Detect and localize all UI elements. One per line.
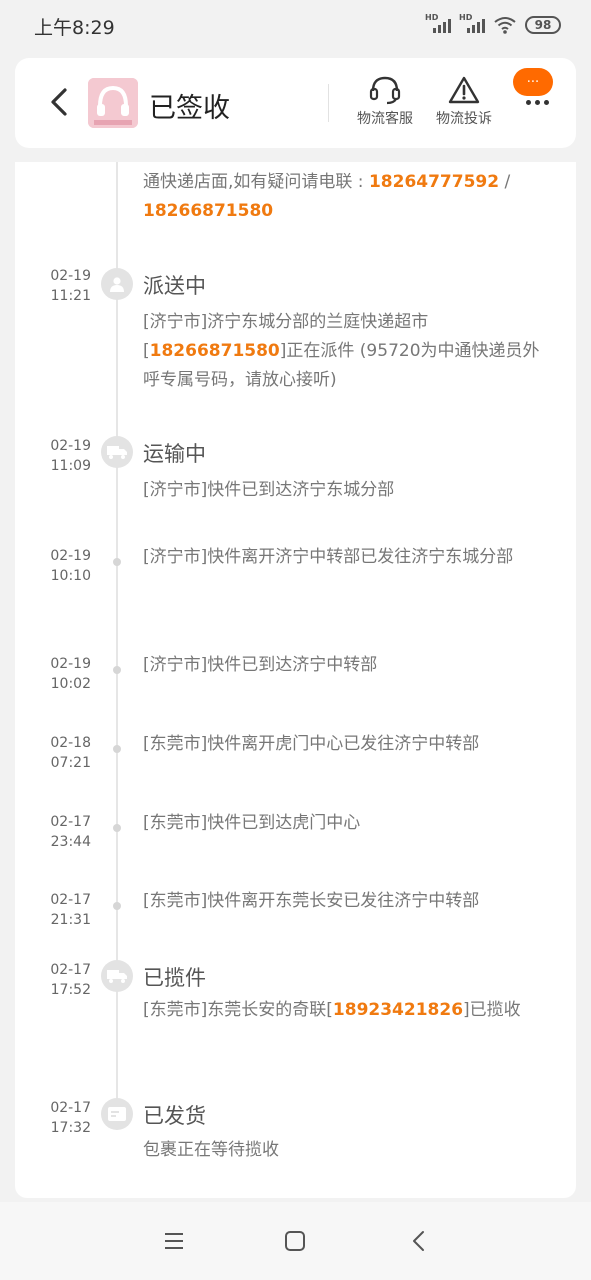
headphones-icon [88, 78, 138, 128]
timeline-dot [113, 666, 121, 674]
divider [328, 84, 329, 122]
entry-datetime: 02-17 21:31 [50, 892, 91, 928]
signal-icon: HD [425, 13, 451, 35]
entry-description: [东莞市]快件已到达虎门中心 [143, 813, 361, 833]
timeline-dot [113, 558, 121, 566]
tracking-timeline: 通快递店面,如有疑问请电联 : 18264777592 / 1826687158… [15, 162, 576, 1198]
message-bubble[interactable]: ··· [513, 68, 553, 96]
chevron-left-icon [51, 88, 67, 116]
entry-datetime: 02-19 11:21 [50, 268, 91, 304]
nav-back-button[interactable] [404, 1226, 434, 1256]
entry-datetime: 02-19 11:09 [50, 438, 91, 474]
timeline-dot [113, 902, 121, 910]
wifi-icon [494, 17, 516, 34]
pickup-truck-icon [101, 960, 133, 992]
more-dots-icon [525, 99, 531, 105]
entry-status: 派送中 [143, 274, 206, 298]
entry-datetime: 02-19 10:02 [50, 656, 91, 692]
entry-description: [济宁市]快件离开济宁中转部已发往济宁东城分部 [143, 547, 514, 567]
header-card: 已签收 物流客服 物流投诉 [15, 58, 576, 148]
entry-status: 已发货 [143, 1104, 206, 1128]
person-icon [101, 268, 133, 300]
product-thumbnail[interactable] [88, 78, 138, 128]
signal-icon: HD [459, 13, 485, 35]
status-icons: HD HD 98 [425, 13, 561, 36]
package-icon [101, 1098, 133, 1130]
status-bar: 上午8:29 HD HD 98 [0, 0, 591, 52]
entry-description: 包裹正在等待揽收 [143, 1140, 279, 1160]
headset-icon [369, 76, 401, 105]
back-triangle-icon [413, 1231, 424, 1251]
page-title: 已签收 [149, 93, 230, 124]
battery-indicator: 98 [525, 16, 561, 34]
entry-status: 已揽件 [143, 966, 206, 990]
logistics-complaint-label: 物流投诉 [436, 111, 492, 127]
system-nav-bar [0, 1202, 591, 1280]
entry-description: 通快递店面,如有疑问请电联 : 18264777592 / 1826687158… [143, 172, 511, 221]
phone-link[interactable]: 18266871580 [150, 341, 280, 361]
phone-link[interactable]: 18264777592 [369, 172, 499, 192]
entry-datetime: 02-17 23:44 [50, 814, 91, 850]
timeline-dot [113, 824, 121, 832]
logistics-service-button[interactable]: 物流客服 [349, 74, 421, 128]
entry-description: [济宁市]快件已到达济宁东城分部 [143, 480, 395, 500]
entry-description: [东莞市]快件离开虎门中心已发往济宁中转部 [143, 734, 480, 754]
warning-triangle-icon [448, 76, 480, 104]
logistics-complaint-button[interactable]: 物流投诉 [428, 74, 500, 128]
back-button[interactable] [43, 84, 79, 120]
entry-status: 运输中 [143, 442, 206, 466]
menu-icon [165, 1233, 183, 1249]
menu-button[interactable] [159, 1226, 189, 1256]
truck-icon [101, 436, 133, 468]
entry-datetime: 02-17 17:52 [50, 962, 91, 998]
clock: 上午8:29 [34, 17, 115, 39]
entry-description: [济宁市]济宁东城分部的兰庭快递超市[18266871580]正在派件 (957… [143, 312, 540, 390]
timeline-dot [113, 745, 121, 753]
entry-datetime: 02-19 10:10 [50, 548, 91, 584]
logistics-service-label: 物流客服 [357, 111, 413, 127]
entry-datetime: 02-17 17:32 [50, 1100, 91, 1136]
entry-datetime: 02-18 07:21 [50, 735, 91, 771]
home-square-icon [285, 1231, 305, 1251]
home-button[interactable] [280, 1226, 310, 1256]
entry-description: [东莞市]快件离开东莞长安已发往济宁中转部 [143, 891, 480, 911]
phone-link[interactable]: 18923421826 [333, 1000, 463, 1020]
phone-link[interactable]: 18266871580 [143, 201, 273, 221]
entry-description: [东莞市]东莞长安的奇联[18923421826]已揽收 [143, 1000, 521, 1020]
entry-description: [济宁市]快件已到达济宁中转部 [143, 655, 378, 675]
